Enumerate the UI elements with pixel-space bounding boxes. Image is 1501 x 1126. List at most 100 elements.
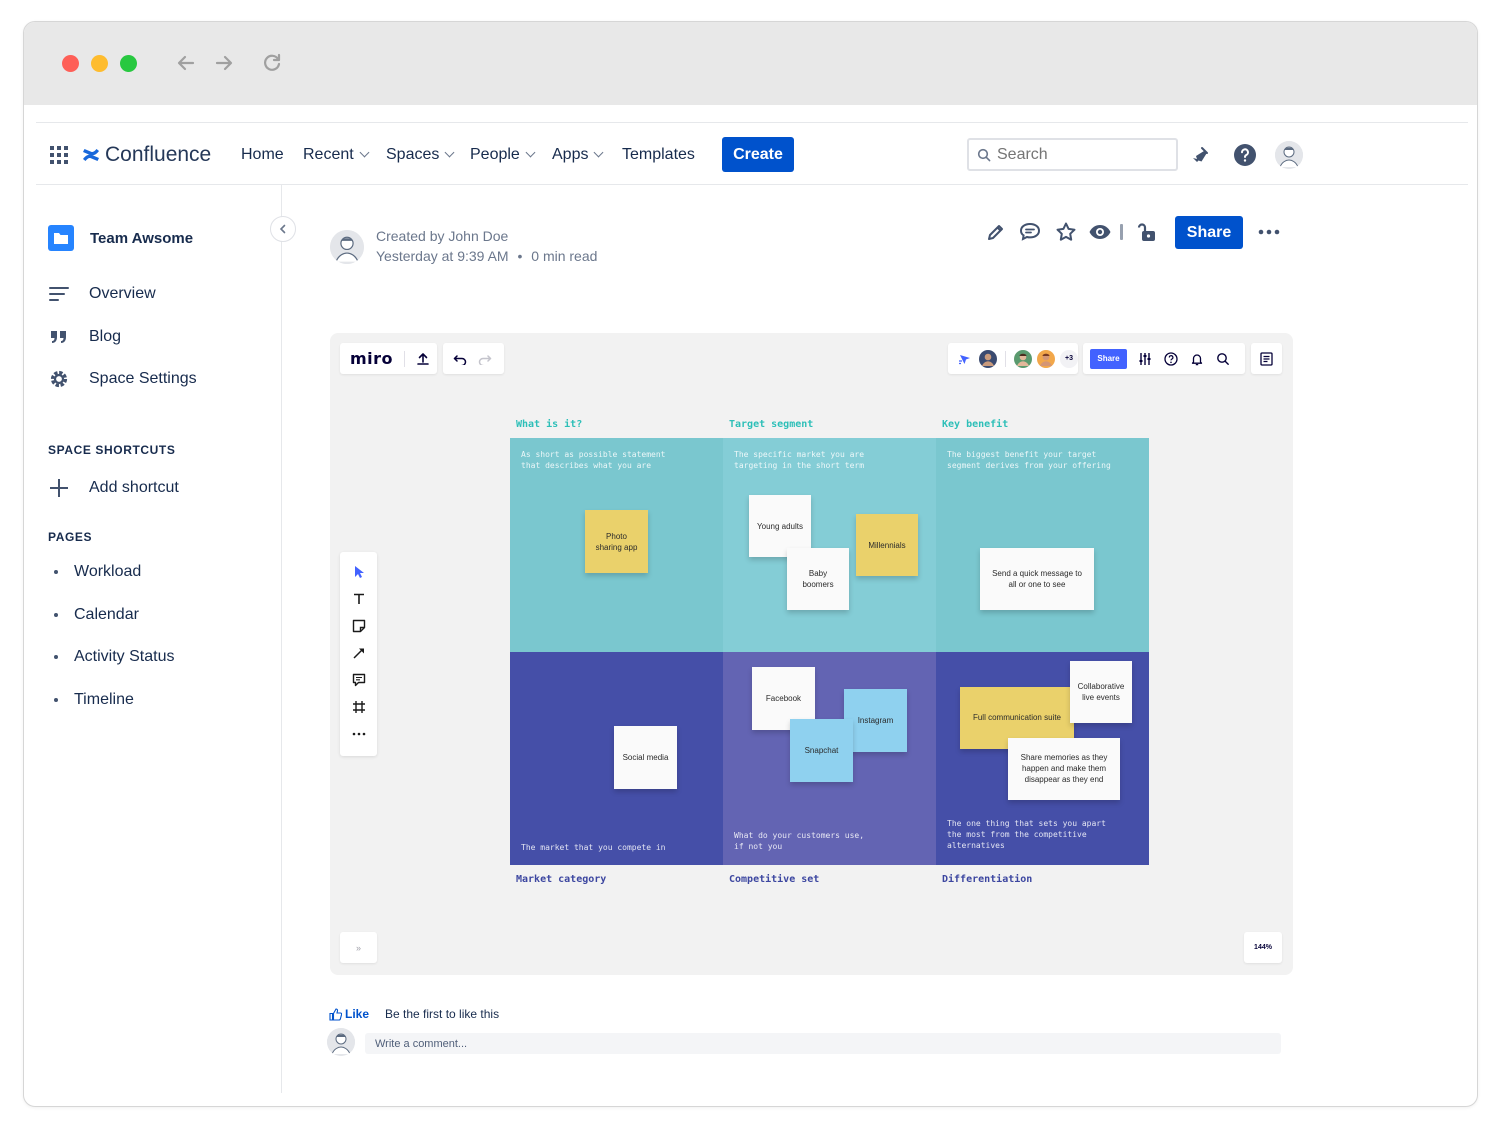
cell-target-segment[interactable]: The specific market you are targeting in…	[723, 438, 936, 652]
miro-board[interactable]: miro +3 Share What is it? Target segment…	[330, 333, 1293, 975]
miro-tools-panel: Share	[1083, 343, 1245, 374]
sticky-note[interactable]: Social media	[614, 725, 677, 789]
cell-what-is-it[interactable]: As short as possible statement that desc…	[510, 438, 723, 652]
redo-icon[interactable]	[478, 353, 492, 365]
nav-people[interactable]: People	[470, 123, 536, 186]
edit-pencil-icon[interactable]	[984, 220, 1008, 244]
more-collaborators-count[interactable]: +3	[1060, 349, 1078, 368]
unlock-icon[interactable]	[1136, 220, 1160, 244]
maximize-window-button[interactable]	[120, 55, 137, 72]
sticky-note-icon[interactable]	[340, 616, 377, 636]
app-switcher-icon[interactable]	[50, 123, 68, 186]
search-input[interactable]	[997, 145, 1167, 164]
search-box[interactable]	[967, 138, 1178, 171]
cell-competitive-set[interactable]: What do your customers use, if not you F…	[723, 651, 936, 865]
folder-icon	[48, 225, 74, 251]
connection-line-icon[interactable]	[340, 643, 377, 663]
select-cursor-icon[interactable]	[340, 562, 377, 582]
reload-icon[interactable]	[258, 49, 286, 77]
sidebar-item-blog[interactable]: Blog	[48, 328, 121, 346]
page-link-label: Workload	[74, 563, 142, 580]
nav-recent-label: Recent	[303, 145, 354, 163]
sidebar-item-overview[interactable]: Overview	[48, 285, 156, 303]
nav-spaces[interactable]: Spaces	[386, 123, 455, 186]
column-title: Key benefit	[942, 419, 1009, 430]
undo-icon[interactable]	[453, 353, 467, 365]
meta-separator: •	[517, 248, 523, 264]
back-arrow-icon[interactable]	[172, 49, 200, 77]
author-avatar[interactable]	[330, 230, 364, 264]
collaborator-avatar[interactable]	[979, 349, 997, 368]
cell-market-category[interactable]: The market that you compete in Social me…	[510, 651, 723, 865]
miro-share-button[interactable]: Share	[1090, 348, 1127, 369]
nav-home[interactable]: Home	[241, 123, 284, 186]
miro-logo[interactable]: miro	[350, 349, 393, 368]
star-icon[interactable]	[1054, 220, 1078, 244]
more-tools-icon[interactable]	[340, 724, 377, 744]
created-by[interactable]: Created by John Doe	[376, 228, 508, 244]
page-link-workload[interactable]: Workload	[48, 563, 141, 581]
page-link-calendar[interactable]: Calendar	[48, 606, 139, 624]
sticky-note[interactable]: Share memories as they happen and make t…	[1008, 737, 1120, 800]
cell-key-benefit[interactable]: The biggest benefit your target segment …	[936, 438, 1149, 652]
user-avatar[interactable]	[1275, 123, 1303, 186]
comment-icon[interactable]	[1018, 220, 1042, 244]
help-icon[interactable]	[1233, 123, 1257, 186]
sticky-note[interactable]: Snapchat	[790, 718, 853, 782]
notifications-icon[interactable]	[1190, 123, 1210, 186]
nav-spaces-label: Spaces	[386, 145, 440, 163]
cursor-follow-icon[interactable]	[958, 353, 972, 365]
search-icon[interactable]	[1216, 352, 1230, 366]
nav-templates[interactable]: Templates	[622, 123, 695, 186]
forward-arrow-icon[interactable]	[210, 49, 238, 77]
sticky-note[interactable]: Collaborative live events	[1070, 660, 1132, 723]
text-tool-icon[interactable]	[340, 589, 377, 609]
close-window-button[interactable]	[62, 55, 79, 72]
nav-apps[interactable]: Apps	[552, 123, 604, 186]
sticky-note[interactable]: Baby boomers	[787, 548, 849, 610]
frame-tool-icon[interactable]	[340, 697, 377, 717]
collaborator-avatar[interactable]	[1014, 349, 1032, 368]
settings-sliders-icon[interactable]	[1138, 352, 1152, 366]
collaborator-avatar[interactable]	[1037, 349, 1055, 368]
sidebar-item-space-settings[interactable]: Space Settings	[48, 368, 197, 390]
space-header[interactable]: Team Awsome	[48, 225, 193, 251]
help-icon[interactable]	[1164, 351, 1178, 366]
chevron-down-icon	[525, 147, 536, 158]
add-shortcut-link[interactable]: Add shortcut	[48, 477, 179, 499]
cell-description: The biggest benefit your target segment …	[947, 450, 1111, 470]
sticky-note[interactable]: Millennials	[856, 514, 918, 576]
nav-templates-label: Templates	[622, 145, 695, 163]
sticky-note[interactable]: Instagram	[844, 688, 907, 752]
confluence-logo[interactable]: Confluence	[82, 123, 211, 186]
minimize-window-button[interactable]	[91, 55, 108, 72]
sidebar-item-label: Overview	[89, 285, 156, 302]
board-list-icon[interactable]	[1251, 343, 1282, 374]
more-options-icon[interactable]	[1256, 220, 1282, 244]
row-title: Market category	[516, 874, 607, 885]
miro-collaborators-panel: +3	[948, 343, 1078, 374]
share-button[interactable]: Share	[1175, 216, 1243, 249]
bell-icon[interactable]	[1190, 352, 1204, 366]
create-button[interactable]: Create	[722, 137, 794, 172]
cell-differentiation[interactable]: The one thing that sets you apart the mo…	[936, 651, 1149, 865]
expand-panel-button[interactable]: »	[340, 932, 377, 963]
sidebar-item-label: Space Settings	[89, 370, 197, 387]
comment-input[interactable]: Write a comment...	[365, 1033, 1281, 1054]
pages-heading: PAGES	[48, 530, 93, 544]
zoom-level[interactable]: 144%	[1244, 932, 1282, 963]
sticky-note[interactable]: Photo sharing app	[585, 510, 648, 573]
nav-recent[interactable]: Recent	[303, 123, 370, 186]
page-link-activity-status[interactable]: Activity Status	[48, 648, 174, 666]
page-link-timeline[interactable]: Timeline	[48, 691, 134, 709]
watch-eye-icon[interactable]	[1088, 220, 1112, 244]
sidebar-item-label: Blog	[89, 328, 122, 345]
page-link-label: Calendar	[74, 606, 139, 623]
toolbar-divider	[1116, 220, 1126, 244]
comment-tool-icon[interactable]	[340, 670, 377, 690]
sticky-note[interactable]: Send a quick message to all or one to se…	[980, 548, 1094, 610]
export-upload-icon[interactable]	[416, 352, 430, 366]
bullet	[54, 698, 58, 702]
like-button[interactable]: Like	[329, 1007, 369, 1021]
collapse-sidebar-button[interactable]	[270, 216, 296, 242]
